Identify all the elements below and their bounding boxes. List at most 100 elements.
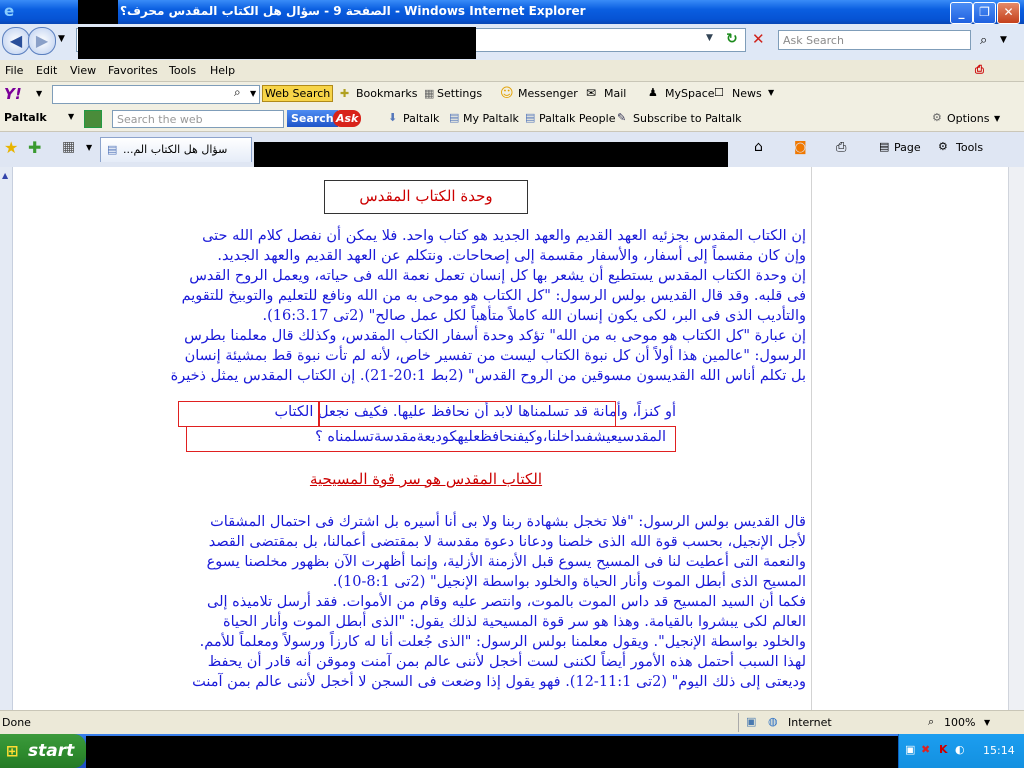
menu-edit[interactable]: Edit (36, 64, 57, 77)
back-arrow-icon[interactable]: ◀ (2, 27, 30, 55)
windows-logo-icon: ⊞ (6, 742, 19, 760)
search-options-icon[interactable]: ▼ (1000, 35, 1007, 45)
subscribe-link[interactable]: Subscribe to Paltalk (633, 112, 742, 125)
zone-label: Internet (788, 716, 832, 729)
paltalk-search-button[interactable]: Search (287, 110, 338, 127)
restore-button[interactable]: ❐ (973, 2, 996, 24)
yahoo-search-input[interactable] (52, 85, 260, 104)
bookmark-icon: ✚ (340, 87, 350, 100)
para2-line: المسيح الذى أبطل الموت وأنار الحياة والخ… (332, 574, 806, 590)
volume-icon[interactable]: ◐ (955, 743, 965, 756)
forward-arrow-icon[interactable]: ▶ (28, 27, 56, 55)
heading-unity-of-bible: وحدة الكتاب المقدس (324, 180, 528, 214)
messenger-button[interactable]: Messenger (518, 87, 578, 100)
para2-line: قال القديس بولس الرسول: "فلا تخجل بشهادة… (210, 514, 806, 530)
title-bar[interactable]: e الصفحة 9 - سؤال هل الكتاب المقدس محرف؟… (0, 0, 1024, 24)
tab-current[interactable]: ▤ سؤال هل الكتاب الم... (100, 137, 252, 162)
bookmarks-button[interactable]: Bookmarks (356, 87, 417, 100)
para1-line: فى قلبه. وقد قال القديس بولس الرسول: "كل… (181, 288, 806, 304)
para1-line: وإن كان مقسماً إلى أسفار، والأسفار مقسمة… (217, 248, 806, 264)
options-button[interactable]: Options (947, 112, 989, 125)
ask-logo[interactable]: Ask (333, 110, 362, 127)
close-button[interactable]: ✕ (997, 2, 1020, 24)
pdf-icon[interactable]: ⎙ (975, 63, 984, 77)
chevron-down-icon[interactable]: ▼ (86, 143, 92, 152)
start-label: start (28, 741, 75, 761)
highlight-box (186, 426, 676, 452)
heading-bible-power: الكتاب المقدس هو سر قوة المسيحية (309, 470, 543, 488)
menu-view[interactable]: View (70, 64, 96, 77)
paltalk-people-icon: ▤ (525, 111, 536, 124)
clock[interactable]: 15:14 (983, 744, 1015, 757)
menu-help[interactable]: Help (210, 64, 235, 77)
vertical-scrollbar[interactable] (1008, 167, 1024, 710)
tools-menu-button[interactable]: Tools (956, 141, 983, 154)
start-button[interactable]: ⊞ start (0, 734, 86, 768)
system-tray: ▣ ✖ K ◐ 15:14 (898, 734, 1024, 768)
paltalk-link[interactable]: Paltalk (403, 112, 439, 125)
paltalk-brand[interactable]: Paltalk (4, 111, 47, 124)
menu-tools[interactable]: Tools (169, 64, 196, 77)
news-icon: ☐ (714, 86, 724, 99)
para1-line: إن عبارة "كل الكتاب هو موحى به من الله" … (184, 328, 806, 344)
my-paltalk-link[interactable]: My Paltalk (463, 112, 519, 125)
internet-explorer-icon: e (4, 2, 15, 20)
search-icon[interactable]: ⌕ (234, 85, 241, 100)
security-alert-icon[interactable]: ✖ (921, 743, 930, 756)
paltalk-search-input[interactable]: Search the web (112, 110, 284, 128)
chevron-down-icon[interactable]: ▼ (250, 89, 256, 98)
chevron-down-icon[interactable]: ▼ (994, 114, 1000, 123)
protected-mode-icon: ▣ (746, 715, 757, 728)
redacted-area (78, 0, 118, 24)
search-input[interactable]: Ask Search (778, 30, 971, 50)
add-favorite-icon[interactable]: ✚ (28, 138, 41, 157)
favorites-star-icon[interactable]: ★ (4, 138, 18, 157)
para1-line: بل تكلم أناس الله القديسون مسوقين من الر… (170, 368, 806, 384)
scroll-up-icon[interactable]: ▲ (2, 171, 8, 180)
zoom-level[interactable]: 100% (944, 716, 975, 729)
menu-bar: File Edit View Favorites Tools Help ⎙ (0, 60, 1024, 82)
para1-line: إن وحدة الكتاب المقدس يستطيع أن يشعر بها… (189, 268, 806, 284)
redacted-address (78, 27, 476, 59)
chevron-down-icon[interactable]: ▼ (58, 34, 65, 44)
gear-icon: ⚙ (932, 111, 942, 124)
yahoo-logo[interactable]: Y! (4, 85, 22, 103)
paltalk-people-link[interactable]: Paltalk People (539, 112, 615, 125)
divider (738, 713, 739, 732)
home-icon[interactable]: ⌂ (754, 139, 763, 155)
address-dropdown-icon[interactable]: ▼ (706, 33, 713, 43)
gear-icon: ⚙ (938, 140, 948, 153)
search-icon[interactable]: ⌕ (980, 33, 987, 48)
my-paltalk-icon: ▤ (449, 111, 460, 124)
para2-line: العالم لكى يبشروا بالقيامة. وهذا هو سر ق… (223, 614, 806, 630)
myspace-button[interactable]: MySpace (665, 87, 715, 100)
stop-icon[interactable]: ✕ (752, 30, 765, 48)
minimize-button[interactable]: _ (950, 2, 973, 24)
internet-zone-icon: ◍ (768, 715, 778, 728)
settings-icon: ▦ (424, 87, 435, 100)
left-scrollbar[interactable]: ▲ (0, 167, 13, 710)
menu-favorites[interactable]: Favorites (108, 64, 158, 77)
chevron-down-icon[interactable]: ▼ (68, 112, 74, 121)
mail-icon: ✉ (586, 86, 597, 100)
menu-file[interactable]: File (5, 64, 23, 77)
chevron-down-icon[interactable]: ▼ (768, 88, 774, 97)
globe-icon[interactable] (84, 110, 102, 128)
print-icon[interactable]: ⎙ (836, 140, 846, 155)
status-text: Done (2, 716, 31, 729)
chevron-down-icon[interactable]: ▼ (36, 89, 42, 98)
refresh-icon[interactable]: ↻ (726, 31, 738, 47)
quick-tabs-icon[interactable]: ▦ (62, 139, 75, 155)
web-search-button[interactable]: Web Search (262, 85, 334, 102)
highlight-box (318, 401, 616, 427)
antivirus-icon[interactable]: K (939, 743, 948, 756)
settings-button[interactable]: Settings (437, 87, 482, 100)
window-title: الصفحة 9 - سؤال هل الكتاب المقدس محرف؟ -… (120, 4, 586, 18)
news-button[interactable]: News (732, 87, 762, 100)
mail-button[interactable]: Mail (604, 87, 626, 100)
para1-line: الرسول: "عالمين هذا أولاً أن كل نبوة الك… (184, 348, 806, 364)
rss-feed-icon[interactable]: ◙ (794, 140, 807, 155)
network-icon[interactable]: ▣ (905, 743, 915, 756)
page-menu-button[interactable]: Page (894, 141, 921, 154)
chevron-down-icon[interactable]: ▼ (984, 718, 990, 727)
